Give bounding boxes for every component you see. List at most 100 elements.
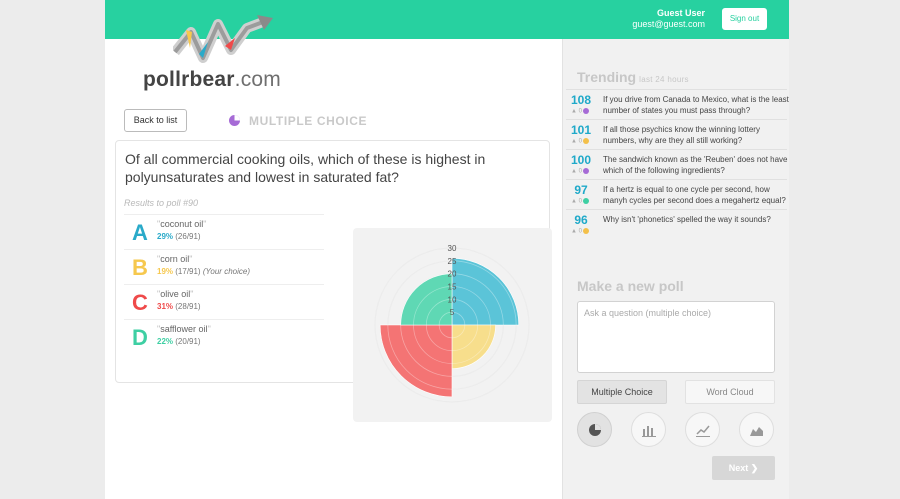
- trending-subtitle: last 24 hours: [639, 75, 689, 84]
- trending-question: If a hertz is equal to one cycle per sec…: [603, 185, 786, 205]
- answer-d: D "safflower oil" 22% (20/91): [124, 319, 324, 354]
- trending-item[interactable]: 100 ▲ 0 The sandwich known as the 'Reube…: [566, 149, 788, 179]
- trending-votes: 108: [570, 93, 592, 107]
- trending-votes: 96: [574, 213, 588, 227]
- trending-title: Trending last 24 hours: [577, 69, 689, 85]
- answer-a: A "coconut oil" 29% (26/91): [124, 214, 324, 249]
- page-gutter-left: [0, 0, 105, 499]
- answer-name-text: corn oil: [160, 254, 190, 264]
- trending-item[interactable]: 96 ▲ 0 Why isn't 'phonetics' spelled the…: [566, 209, 787, 239]
- answer-name-text: safflower oil: [160, 324, 208, 334]
- page-gutter-right: [789, 0, 900, 499]
- tick-label: 15: [448, 283, 457, 292]
- trending-count: 0: [578, 138, 582, 145]
- trending-count: 0: [578, 198, 582, 205]
- pie-chart-icon: [582, 108, 589, 114]
- answer-count: (28/91): [175, 302, 201, 311]
- pie-chart-type-button[interactable]: [577, 412, 612, 447]
- user-email: guest@guest.com: [632, 19, 705, 29]
- answer-name: "olive oil": [157, 289, 194, 299]
- back-to-list-button[interactable]: Back to list: [124, 109, 187, 132]
- new-poll-question-input[interactable]: [577, 301, 775, 373]
- trending-count: 0: [578, 228, 582, 235]
- trending-count: 0: [578, 108, 582, 115]
- trending-question: If you drive from Canada to Mexico, what…: [603, 95, 789, 115]
- answer-letter: B: [132, 255, 148, 280]
- multiple-choice-button[interactable]: Multiple Choice: [577, 380, 667, 404]
- pie-chart-icon: [582, 168, 589, 174]
- line-chart-icon: [696, 425, 710, 437]
- trending-item[interactable]: 101 ▲ 0 If all those psychics know the w…: [566, 119, 787, 149]
- answer-percent: 29%: [157, 232, 174, 241]
- answer-name: "coconut oil": [157, 219, 207, 229]
- trending-meta: ▲ 0: [571, 138, 589, 145]
- next-button[interactable]: Next ❯: [712, 456, 775, 480]
- answer-count: (20/91): [175, 337, 201, 346]
- tick-label: 25: [448, 257, 457, 266]
- answer-list: A "coconut oil" 29% (26/91) B "corn oil"…: [124, 214, 324, 354]
- pie-chart-icon: [582, 198, 589, 204]
- tick-label: 20: [448, 270, 457, 279]
- trending-meta: ▲ 0: [571, 228, 589, 235]
- answer-letter: A: [132, 220, 148, 245]
- answer-stats: 22% (20/91): [157, 337, 201, 346]
- user-info: Guest User guest@guest.com: [632, 8, 705, 30]
- trending-meta: ▲ 0: [571, 198, 589, 205]
- polar-segment-coconut-oil[interactable]: [451, 257, 520, 326]
- trending-title-text: Trending: [577, 69, 637, 85]
- answer-name: "corn oil": [157, 254, 193, 264]
- trending-question: Why isn't 'phonetics' spelled the way it…: [603, 215, 771, 224]
- tick-label: 10: [448, 295, 457, 304]
- pie-chart-icon: [229, 115, 240, 126]
- polar-area-chart: 30 25 20 15 10 5: [374, 244, 530, 403]
- answer-stats: 29% (26/91): [157, 232, 201, 241]
- tick-label: 30: [448, 244, 457, 253]
- polar-segment-corn-oil[interactable]: [451, 324, 496, 369]
- trending-meta: ▲ 0: [571, 108, 589, 115]
- answer-percent: 22%: [157, 337, 174, 346]
- trending-item[interactable]: 108 ▲ 0 If you drive from Canada to Mexi…: [566, 89, 789, 119]
- cloud-icon: [582, 228, 589, 234]
- trending-votes: 100: [570, 153, 592, 167]
- answer-c: C "olive oil" 31% (28/91): [124, 284, 324, 319]
- trending-item[interactable]: 97 ▲ 0 If a hertz is equal to one cycle …: [566, 179, 787, 209]
- sign-out-button[interactable]: Sign out: [722, 8, 767, 30]
- trending-question: If all those psychics know the winning l…: [603, 125, 760, 145]
- trending-question: The sandwich known as the 'Reuben' does …: [603, 155, 788, 175]
- polar-segment-safflower-oil[interactable]: [400, 273, 453, 326]
- answer-name-text: coconut oil: [160, 219, 204, 229]
- bar-chart-icon: [642, 426, 656, 437]
- tick-label: 5: [450, 308, 455, 317]
- poll-card: Of all commercial cooking oils, which of…: [115, 140, 552, 422]
- next-label: Next: [728, 463, 749, 473]
- answer-b: B "corn oil" 19% (17/91) (Your choice): [124, 249, 324, 284]
- word-cloud-button[interactable]: Word Cloud: [685, 380, 775, 404]
- answer-letter: C: [132, 290, 148, 315]
- answer-stats: 31% (28/91): [157, 302, 201, 311]
- results-chart-panel: 30 25 20 15 10 5: [353, 228, 552, 422]
- answer-name-text: olive oil: [160, 289, 191, 299]
- answer-count: (17/91): [175, 267, 201, 276]
- area-chart-type-button[interactable]: [739, 412, 774, 447]
- polar-segment-olive-oil[interactable]: [379, 324, 453, 398]
- results-title: Results to poll #90: [124, 198, 199, 208]
- trending-votes: 97: [574, 183, 588, 197]
- trending-count: 0: [578, 168, 582, 175]
- answer-letter: D: [132, 325, 148, 350]
- answer-stats: 19% (17/91) (Your choice): [157, 267, 250, 276]
- new-poll-title: Make a new poll: [577, 278, 684, 294]
- pie-chart-icon: [589, 424, 601, 436]
- app-container: Guest User guest@guest.com Sign out poll…: [105, 0, 789, 499]
- cloud-icon: [582, 138, 589, 144]
- poll-type-label: MULTIPLE CHOICE: [249, 114, 368, 128]
- answer-count: (26/91): [175, 232, 201, 241]
- user-name: Guest User: [656, 8, 705, 18]
- bar-chart-type-button[interactable]: [631, 412, 666, 447]
- answer-name: "safflower oil": [157, 324, 211, 334]
- your-choice-note: (Your choice): [202, 267, 250, 276]
- sidebar: Trending last 24 hours 108 ▲ 0 If you dri…: [562, 39, 789, 499]
- area-chart-icon: [750, 427, 763, 436]
- trending-list: 108 ▲ 0 If you drive from Canada to Mexi…: [566, 89, 789, 239]
- line-chart-type-button[interactable]: [685, 412, 720, 447]
- trending-votes: 101: [570, 123, 592, 137]
